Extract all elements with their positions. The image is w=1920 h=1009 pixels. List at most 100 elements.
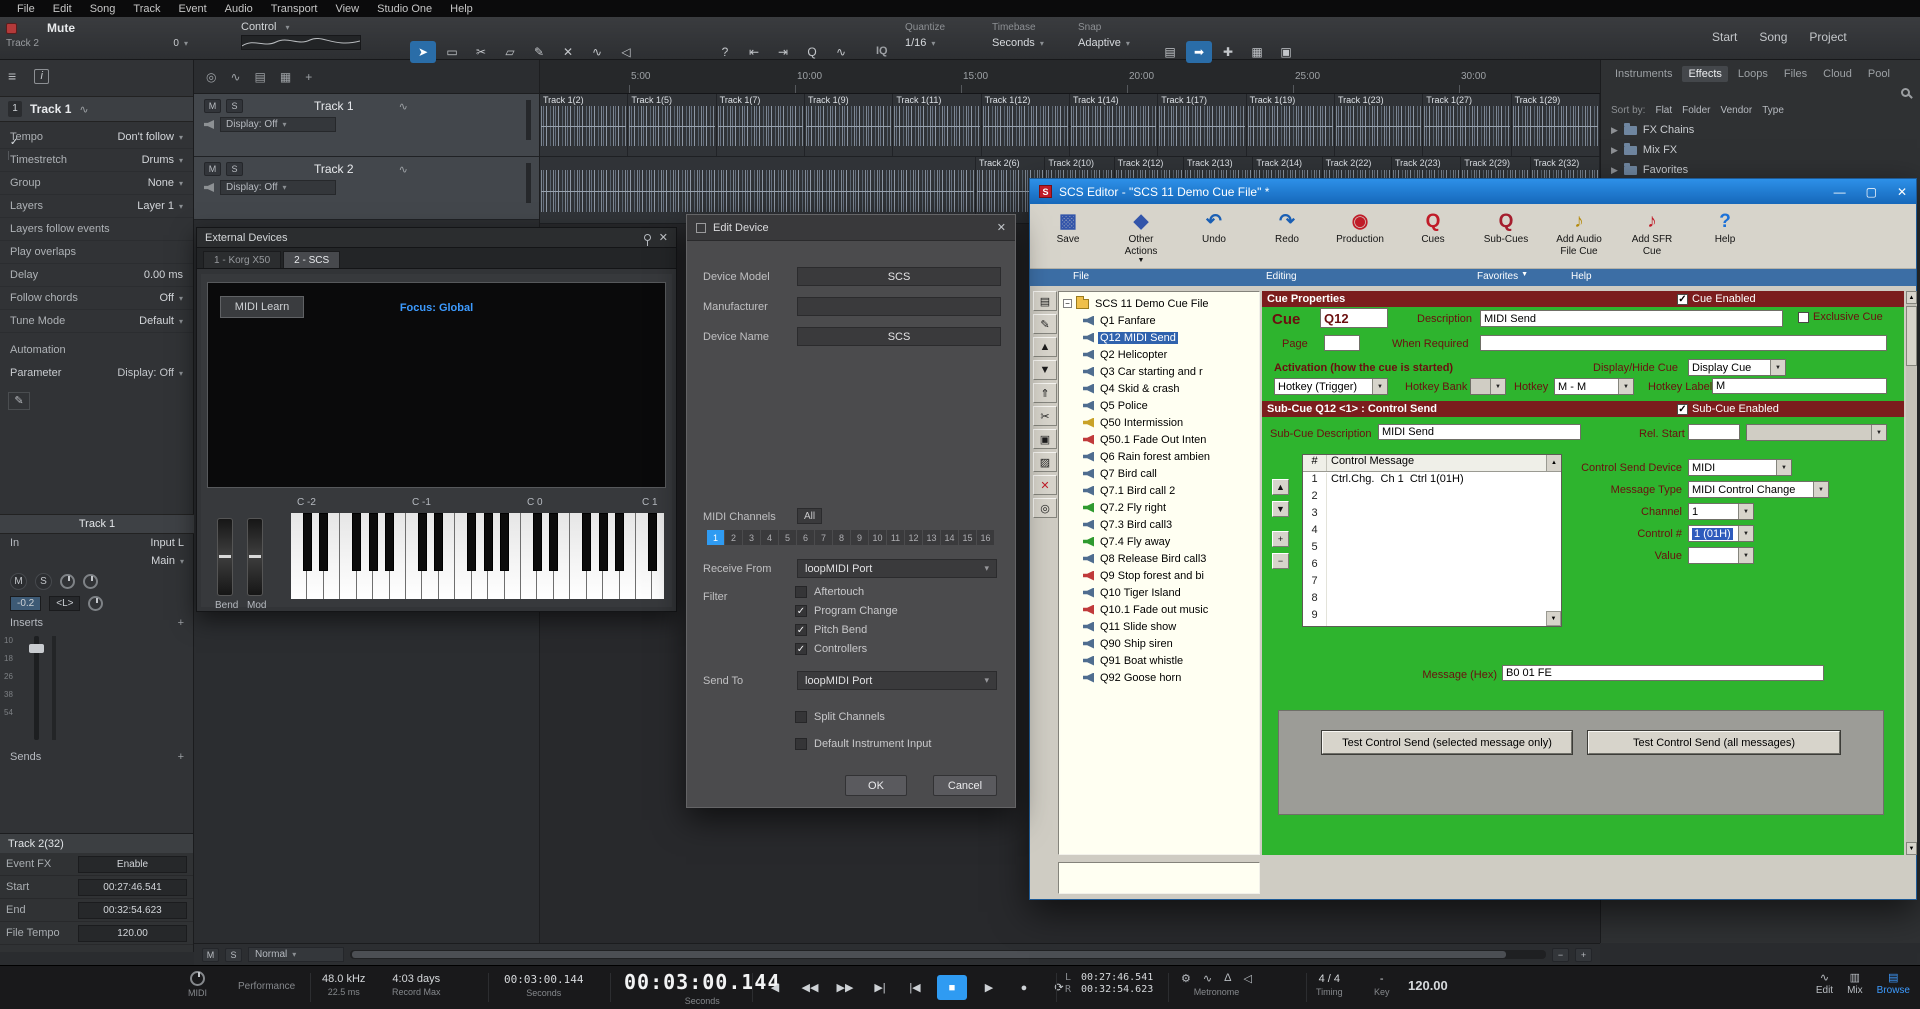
midi-channel-cell[interactable]: 7	[815, 530, 832, 545]
scs-titlebar[interactable]: S SCS Editor - "SCS 11 Demo Cue File" * …	[1030, 179, 1916, 204]
snap-selector[interactable]: Snap Adaptive	[1078, 22, 1162, 49]
browser-tab[interactable]: Files	[1778, 66, 1813, 82]
aux-tool-button[interactable]: ∿	[828, 41, 854, 63]
checkbox-box[interactable]	[795, 738, 807, 750]
checkbox-box[interactable]	[795, 624, 807, 636]
scs-side-button[interactable]: ◎	[1033, 498, 1057, 518]
track-mute-button[interactable]: M	[204, 99, 221, 113]
hotkey-trigger-dropdown[interactable]: Hotkey (Trigger)	[1274, 378, 1388, 395]
action-value[interactable]: 0	[173, 38, 188, 49]
chevron-right-icon[interactable]: ▶	[1611, 125, 1618, 136]
device-name-field[interactable]: SCS	[797, 327, 1001, 346]
scs-side-button[interactable]: ▼	[1033, 360, 1057, 380]
black-key[interactable]	[615, 513, 624, 571]
cue-tree-item[interactable]: Q50 Intermission	[1061, 414, 1257, 431]
automation-display-dropdown[interactable]: Display: Off	[220, 180, 336, 195]
aux-tool-button[interactable]: Q	[799, 41, 825, 63]
gain-value[interactable]: -0.2	[10, 596, 41, 611]
black-key[interactable]	[352, 513, 361, 571]
checkbox-box[interactable]	[795, 711, 807, 723]
scrollbar-thumb[interactable]	[352, 951, 1506, 958]
position-secondary[interactable]: 00:03:00.144	[504, 973, 583, 986]
parameter-row[interactable]: Parameter Display: Off	[10, 367, 183, 379]
fader-track[interactable]	[34, 636, 39, 740]
view-icon-button[interactable]: ▤	[1157, 41, 1183, 63]
midi-channel-cell[interactable]: 2	[725, 530, 742, 545]
channel-dropdown[interactable]: 1	[1688, 503, 1754, 520]
mute-button[interactable]: M	[10, 573, 27, 590]
track-name[interactable]: Track 2	[314, 162, 354, 176]
display-hide-dropdown[interactable]: Display Cue	[1688, 359, 1786, 376]
solo-button[interactable]: S	[35, 573, 52, 590]
maximize-icon[interactable]: ▢	[1866, 185, 1877, 199]
cue-tree-item[interactable]: Q90 Ship siren	[1061, 635, 1257, 652]
control-number-dropdown[interactable]: 1 (01H)	[1688, 525, 1754, 542]
inspector-row[interactable]: Layers follow events ✓	[0, 218, 193, 241]
filter-checkbox[interactable]: Program Change	[795, 605, 898, 617]
inspector-value[interactable]: Drums	[142, 154, 183, 166]
aux-tool-button[interactable]: ⇤	[741, 41, 767, 63]
device-tab[interactable]: 1 - Korg X50	[203, 251, 281, 268]
cue-description-input[interactable]: MIDI Send	[1480, 310, 1783, 327]
subcue-description-input[interactable]: MIDI Send	[1378, 424, 1581, 440]
browser-item[interactable]: ▶ FX Chains	[1601, 120, 1920, 140]
cue-tree-item[interactable]: Q8 Release Bird call3	[1061, 550, 1257, 567]
browser-tab[interactable]: Effects	[1682, 66, 1727, 82]
add-message-button[interactable]: +	[1272, 531, 1289, 547]
view-icon-button[interactable]: ➡	[1186, 41, 1212, 63]
message-row[interactable]: 9	[1303, 609, 1545, 626]
inspector-value[interactable]: Layer 1	[137, 200, 183, 212]
close-icon[interactable]: ✕	[997, 221, 1006, 234]
cancel-button[interactable]: Cancel	[933, 775, 997, 796]
audio-clip[interactable]: Track 1(7)	[717, 94, 805, 156]
inspector-row[interactable]: Tune Mode Default ✓	[0, 310, 193, 333]
message-hex-input[interactable]: B0 01 FE	[1502, 665, 1824, 681]
chevron-right-icon[interactable]: ▶	[1611, 165, 1618, 176]
cue-id-input[interactable]: Q12	[1320, 308, 1388, 328]
rel-start-input[interactable]	[1688, 424, 1740, 440]
black-key[interactable]	[599, 513, 608, 571]
audio-clip[interactable]: Track 1(9)	[805, 94, 893, 156]
scs-side-button[interactable]: ▤	[1033, 291, 1057, 311]
black-key[interactable]	[549, 513, 558, 571]
black-key[interactable]	[582, 513, 591, 571]
aux-tool-button[interactable]: ?	[712, 41, 738, 63]
add-insert-button[interactable]: +	[178, 617, 184, 629]
inspector-row[interactable]: Delay 0.00 ms ✓	[0, 264, 193, 287]
message-row[interactable]: 8	[1303, 592, 1545, 609]
view-icon-button[interactable]: ✚	[1215, 41, 1241, 63]
page-button[interactable]: Song	[1759, 30, 1787, 44]
receive-from-dropdown[interactable]: loopMIDI Port	[797, 559, 997, 578]
message-row[interactable]: 7	[1303, 575, 1545, 592]
event-info-value[interactable]: 00:27:46.541	[78, 879, 187, 896]
checkbox-box[interactable]	[795, 586, 807, 598]
black-key[interactable]	[533, 513, 542, 571]
inserts-label[interactable]: Inserts	[10, 617, 43, 629]
filter-checkbox[interactable]: Aftertouch	[795, 586, 864, 598]
scroll-down-icon[interactable]: ▼	[1906, 842, 1917, 855]
audio-clip[interactable]: Track 1(23)	[1335, 94, 1423, 156]
vertical-scrollbar[interactable]: ▲ ▼	[1906, 291, 1917, 855]
split-channels-checkbox[interactable]: Split Channels	[795, 711, 885, 723]
menu-item[interactable]: File	[8, 3, 44, 15]
scroll-down-icon[interactable]: ▼	[1546, 611, 1561, 626]
track-name[interactable]: Track 1	[314, 99, 354, 113]
mod-wheel[interactable]	[247, 518, 263, 596]
midi-channel-cell[interactable]: 4	[761, 530, 778, 545]
sort-option[interactable]: Folder	[1682, 105, 1710, 116]
hamburger-icon[interactable]: ≡	[8, 68, 16, 84]
scs-side-button[interactable]: ⇑	[1033, 383, 1057, 403]
send-to-dropdown[interactable]: loopMIDI Port	[797, 671, 997, 690]
scs-side-button[interactable]: ✂	[1033, 406, 1057, 426]
track-header[interactable]: M S Track 1 Display: Off	[194, 94, 539, 157]
exclusive-cue-checkbox[interactable]: Exclusive Cue	[1798, 311, 1883, 323]
scs-side-button[interactable]: ▲	[1033, 337, 1057, 357]
all-channels-button[interactable]: All	[797, 508, 822, 524]
position-main[interactable]: 00:03:00.144	[624, 970, 781, 994]
sends-label[interactable]: Sends	[10, 751, 41, 763]
inspector-row[interactable]: Follow chords Off ✓	[0, 287, 193, 310]
fader-thumb[interactable]	[29, 644, 44, 653]
inspector-track-title[interactable]: 1 Track 1	[0, 96, 193, 122]
inspector-row[interactable]: Tempo Don't follow ✓	[0, 126, 193, 149]
audio-clip[interactable]: Track 1(17)	[1158, 94, 1246, 156]
